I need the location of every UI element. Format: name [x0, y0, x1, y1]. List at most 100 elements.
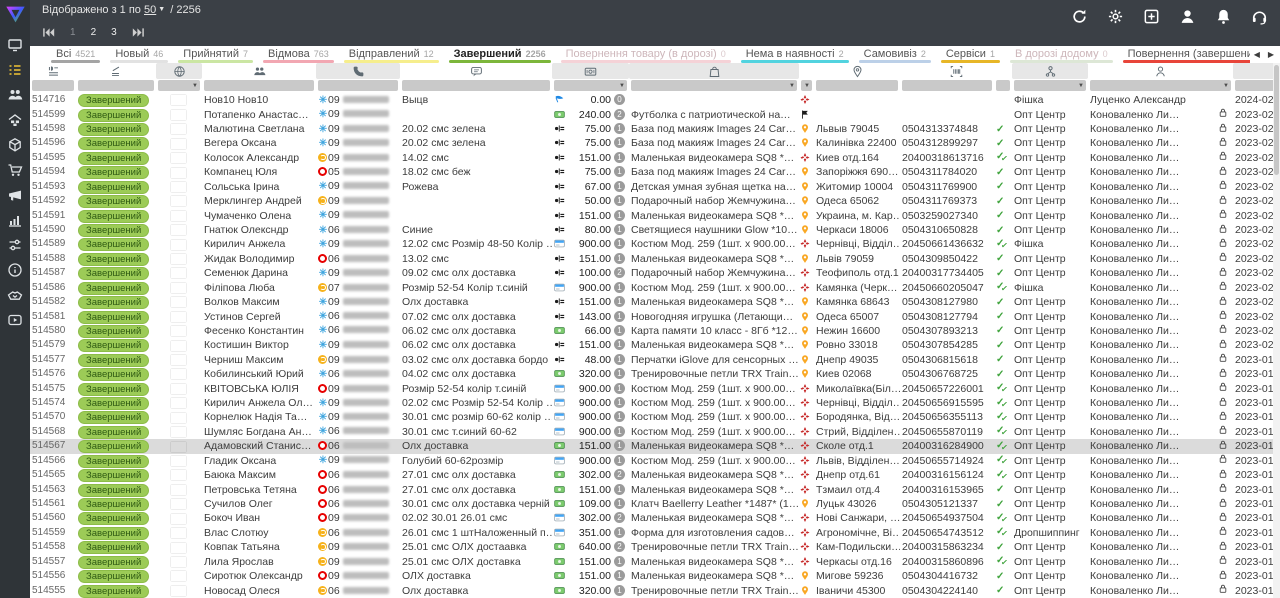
support-headset-icon[interactable] — [1251, 8, 1268, 25]
tab-Самовивіз[interactable]: Самовивіз2 — [854, 46, 936, 63]
table-row[interactable]: 514589ЗавершенийКирилич Анжела✳0912.02 с… — [30, 237, 1280, 251]
column-header[interactable] — [900, 63, 1012, 79]
table-row[interactable]: 514580ЗавершенийФесенко Константин✳0606.… — [30, 324, 1280, 338]
column-header[interactable] — [76, 63, 156, 79]
column-header[interactable] — [552, 63, 629, 79]
table-row[interactable]: 514599ЗавершенийПотапенко Анастас…✳09240… — [30, 107, 1280, 121]
table-row[interactable]: 514598ЗавершенийМалютина Светлана✳0920.0… — [30, 122, 1280, 136]
filter-input[interactable] — [318, 80, 398, 91]
statistics-chart-icon[interactable] — [7, 212, 23, 228]
table-row[interactable]: 514582ЗавершенийВолков Максим✳09Олх дост… — [30, 295, 1280, 309]
column-header[interactable] — [400, 63, 552, 79]
customers-icon[interactable] — [7, 87, 23, 103]
table-row[interactable]: 514567ЗавершенийАдамовский Станис…06Олх … — [30, 439, 1280, 453]
video-tutorials-icon[interactable] — [7, 312, 23, 328]
filter-input[interactable]: ▼ — [631, 80, 797, 91]
filter-caret-icon[interactable]: ▼ — [192, 83, 198, 89]
column-header[interactable] — [202, 63, 316, 79]
table-row[interactable]: 514565ЗавершенийБаюка Максим0627.01 смс … — [30, 468, 1280, 482]
filter-input[interactable]: ▼ — [1090, 80, 1231, 91]
profile-icon[interactable] — [1179, 8, 1196, 25]
filter-input[interactable] — [204, 80, 314, 91]
table-row[interactable]: 514560ЗавершенийБокоч Иван0902.02 30.01 … — [30, 511, 1280, 525]
partners-handshake-icon[interactable] — [7, 287, 23, 303]
tab-Сервіси[interactable]: Сервіси1 — [936, 46, 1005, 63]
tab-Завершений[interactable]: Завершений2256 — [444, 46, 556, 63]
filter-input[interactable] — [902, 80, 992, 91]
filter-input[interactable]: ▼ — [554, 80, 627, 91]
table-row[interactable]: 514563ЗавершенийПетровська Тетяна0627.01… — [30, 482, 1280, 496]
filter-input[interactable]: ▼ — [1014, 80, 1086, 91]
table-row[interactable]: 514574ЗавершенийКирилич Анжела Ол…✳0902.… — [30, 396, 1280, 410]
table-row[interactable]: 514581ЗавершенийУстинов Сергей✳0607.02 с… — [30, 309, 1280, 323]
table-row[interactable]: 514570ЗавершенийКорнелюк Надія Та…✳0930.… — [30, 410, 1280, 424]
column-header[interactable] — [1012, 63, 1088, 79]
table-row[interactable]: 514575ЗавершенийКВІТОВСЬКА ЮЛІЯ09Розмір … — [30, 381, 1280, 395]
refresh-icon[interactable] — [1071, 8, 1088, 25]
table-row[interactable]: 514716ЗавершенийНов10 Нов10✳09Выцв0.000Ф… — [30, 93, 1280, 107]
table-row[interactable]: 514587ЗавершенийСеменюк Дарина✳0909.02 с… — [30, 266, 1280, 280]
table-row[interactable]: 514558ЗавершенийКовпак Татьяна0925.01 см… — [30, 540, 1280, 554]
table-row[interactable]: 514595ЗавершенийКолосок Александр0914.02… — [30, 151, 1280, 165]
column-header[interactable] — [1088, 63, 1233, 79]
notifications-bell-icon[interactable] — [1215, 8, 1232, 25]
info-icon[interactable] — [7, 262, 23, 278]
table-row[interactable]: 514594ЗавершенийКомпанец Юля0518.02 смс … — [30, 165, 1280, 179]
table-row[interactable]: 514555ЗавершенийНовосад Олеся06Олх доста… — [30, 583, 1280, 597]
page-number[interactable]: 2 — [91, 27, 97, 38]
filter-caret-icon[interactable]: ▼ — [1078, 83, 1084, 89]
table-row[interactable]: 514566ЗавершенийГладик Оксана✳09Голубий … — [30, 454, 1280, 468]
tab-Нема в наявності[interactable]: Нема в наявності2 — [736, 46, 854, 63]
filter-input[interactable]: ▼ — [801, 80, 812, 91]
page-size-selector[interactable]: 50 — [144, 4, 156, 16]
table-scrollbar[interactable] — [1273, 63, 1280, 598]
tab-Відмова[interactable]: Відмова763 — [258, 46, 339, 63]
tabs-scroll-left-icon[interactable]: ◀ — [1254, 50, 1260, 59]
column-header[interactable] — [629, 63, 799, 79]
column-header[interactable] — [316, 63, 400, 79]
table-row[interactable]: 514590ЗавершенийГнатюк Олексндр✳06Синие8… — [30, 223, 1280, 237]
orders-list-icon[interactable] — [7, 62, 23, 78]
first-page-icon[interactable] — [42, 27, 55, 38]
table-row[interactable]: 514591ЗавершенийЧумаченко Олена✳09151.00… — [30, 208, 1280, 222]
tab-Відправлений[interactable]: Відправлений12 — [339, 46, 444, 63]
filter-input[interactable]: ▼ — [158, 80, 200, 91]
filter-caret-icon[interactable]: ▼ — [789, 83, 795, 89]
filter-input[interactable] — [816, 80, 898, 91]
table-row[interactable]: 514593ЗавершенийСольська Ірина✳09Рожева6… — [30, 180, 1280, 194]
tab-Всі[interactable]: Всі4521 — [46, 46, 105, 63]
products-cube-icon[interactable] — [7, 137, 23, 153]
filter-input[interactable] — [402, 80, 550, 91]
filter-caret-icon[interactable]: ▼ — [619, 83, 625, 89]
filter-input[interactable] — [32, 80, 74, 91]
table-row[interactable]: 514576ЗавершенийКобилинський Юрий✳0604.0… — [30, 367, 1280, 381]
table-row[interactable]: 514586ЗавершенийФіліпова Люба07Розмір 52… — [30, 280, 1280, 294]
table-row[interactable]: 514561ЗавершенийСучилов Олег0630.01 смс … — [30, 497, 1280, 511]
settings-gear-icon[interactable] — [1107, 8, 1124, 25]
column-header[interactable] — [156, 63, 202, 79]
scrollbar-thumb[interactable] — [1274, 65, 1279, 175]
add-order-icon[interactable] — [1143, 8, 1160, 25]
column-header[interactable] — [799, 63, 814, 79]
dashboard-monitor-icon[interactable] — [7, 37, 23, 53]
last-page-icon[interactable] — [132, 27, 145, 38]
filter-input[interactable] — [996, 80, 1010, 91]
table-row[interactable]: 514559ЗавершенийВлас Слотюу0626.01 смс 1… — [30, 526, 1280, 540]
table-row[interactable]: 514592ЗавершенийМерклингер Андрей0950.00… — [30, 194, 1280, 208]
page-number[interactable]: 3 — [111, 27, 117, 38]
table-row[interactable]: 514568ЗавершенийШумляс Богдана Ан…✳0630.… — [30, 425, 1280, 439]
filter-caret-icon[interactable]: ▼ — [1223, 83, 1229, 89]
app-logo-icon[interactable] — [5, 4, 26, 25]
table-row[interactable]: 514557ЗавершенийЛила Ярослав0925.01 смс … — [30, 555, 1280, 569]
filter-caret-icon[interactable]: ▼ — [804, 83, 810, 89]
table-row[interactable]: 514596ЗавершенийВегера Оксана✳0920.02 см… — [30, 136, 1280, 150]
tab-Повернення товару (в дорозі)[interactable]: Повернення товару (в дорозі)0 — [556, 46, 736, 63]
table-row[interactable]: 514577ЗавершенийЧерниш Максим0903.02 смс… — [30, 353, 1280, 367]
column-header[interactable] — [30, 63, 76, 79]
warehouse-icon[interactable] — [7, 112, 23, 128]
settings-sliders-icon[interactable] — [7, 237, 23, 253]
marketing-megaphone-icon[interactable] — [7, 187, 23, 203]
tab-В дорозі додому[interactable]: В дорозі додому0 — [1005, 46, 1118, 63]
tabs-scroll-right-icon[interactable]: ▶ — [1268, 50, 1274, 59]
page-number[interactable]: 1 — [70, 27, 76, 38]
